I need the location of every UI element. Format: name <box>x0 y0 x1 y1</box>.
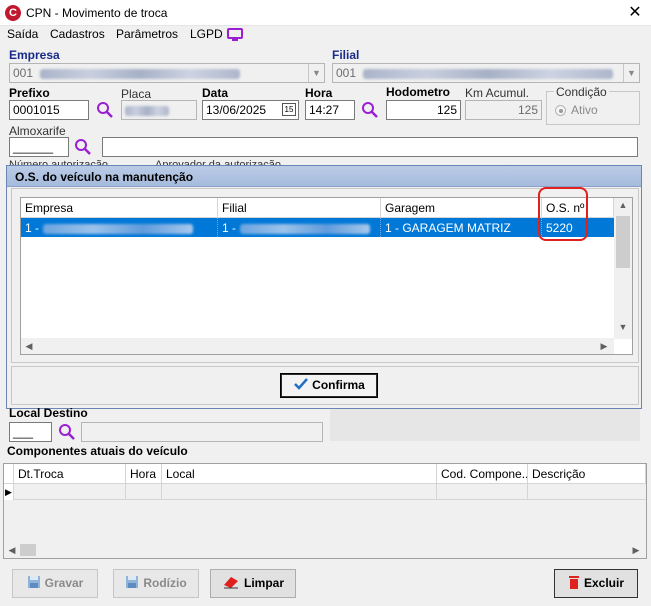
search-icon[interactable] <box>96 101 114 119</box>
chevron-down-icon[interactable]: ▼ <box>308 64 324 82</box>
prefixo-label: Prefixo <box>9 86 50 100</box>
menu-cadastros[interactable]: Cadastros <box>50 27 105 41</box>
hodometro-input[interactable]: 125 <box>386 100 461 120</box>
excluir-button[interactable]: Excluir <box>554 569 638 598</box>
filial-select[interactable]: 001 <box>332 63 640 83</box>
menu-saida[interactable]: Saída <box>7 27 38 41</box>
rodizio-button[interactable]: Rodízio <box>113 569 199 598</box>
os-cell-filial: 1 - <box>218 218 381 237</box>
search-icon[interactable] <box>361 101 379 119</box>
rodizio-label: Rodízio <box>143 576 187 590</box>
save-icon <box>27 576 40 588</box>
hora-input[interactable]: 14:27 <box>305 100 355 120</box>
km-acumul-field: 125 <box>465 100 542 120</box>
almoxarife-name-field <box>102 137 638 157</box>
scrollbar-thumb[interactable] <box>20 544 36 556</box>
comp-col-local[interactable]: Local <box>162 464 437 484</box>
horizontal-scrollbar[interactable] <box>21 338 614 354</box>
highlight-annotation <box>538 187 588 241</box>
empresa-select[interactable]: 001 <box>9 63 325 83</box>
gravar-button[interactable]: Gravar <box>12 569 98 598</box>
km-acumul-label: Km Acumul. <box>465 86 530 100</box>
search-icon[interactable] <box>58 423 76 441</box>
app-logo-icon: C <box>5 5 21 21</box>
almoxarife-label: Almoxarife <box>9 124 66 138</box>
scrollbar-thumb[interactable] <box>616 216 630 268</box>
data-label: Data <box>202 86 229 100</box>
search-icon[interactable] <box>74 138 92 156</box>
eraser-icon <box>223 577 238 589</box>
os-cell-garagem: 1 - GARAGEM MATRIZ <box>381 218 542 237</box>
table-cell[interactable] <box>14 484 126 500</box>
row-header-corner <box>4 464 14 484</box>
os-col-empresa[interactable]: Empresa <box>21 198 218 218</box>
scroll-down-icon[interactable]: ▼ <box>614 322 632 332</box>
scroll-left-icon[interactable]: ◀ <box>6 545 18 556</box>
window-title: CPN - Movimento de troca <box>26 6 168 20</box>
table-cell[interactable] <box>528 484 646 500</box>
os-col-garagem[interactable]: Garagem <box>381 198 542 218</box>
ativo-radio[interactable] <box>555 105 566 116</box>
filial-label: Filial <box>332 48 360 62</box>
local-destino-name-field <box>81 422 323 442</box>
placa-field <box>121 100 197 120</box>
comp-col-descricao[interactable]: Descrição <box>528 464 646 484</box>
chevron-down-icon[interactable]: ▼ <box>623 64 639 82</box>
redacted-text <box>40 68 241 79</box>
scroll-left-icon[interactable]: ◀ <box>23 341 35 352</box>
condicao-label: Condição <box>554 85 609 99</box>
save-icon <box>126 576 139 588</box>
os-dialog-title: O.S. do veículo na manutenção <box>15 170 194 184</box>
confirma-label: Confirma <box>312 378 365 392</box>
local-destino-label: Local Destino <box>9 406 88 420</box>
trash-icon <box>568 576 579 589</box>
local-destino-input[interactable]: ___ <box>9 422 52 442</box>
redacted-text <box>363 68 614 79</box>
check-icon <box>294 378 309 390</box>
redacted-text <box>125 105 169 116</box>
filial-value: 001 <box>336 66 357 80</box>
table-cell[interactable] <box>437 484 528 500</box>
ativo-label: Ativo <box>571 103 598 117</box>
row-pointer-icon: ▶ <box>4 484 14 500</box>
almoxarife-input[interactable]: ______ <box>9 137 69 157</box>
scroll-right-icon[interactable]: ▶ <box>598 341 610 352</box>
componentes-label: Componentes atuais do veículo <box>7 444 188 458</box>
scroll-right-icon[interactable]: ▶ <box>630 545 642 556</box>
empresa-value: 001 <box>13 66 34 80</box>
redacted-text <box>43 223 194 234</box>
os-cell-empresa: 1 - <box>21 218 218 237</box>
os-col-filial[interactable]: Filial <box>218 198 381 218</box>
comp-col-cod-componente[interactable]: Cod. Compone... <box>437 464 528 484</box>
background-panel <box>330 409 640 441</box>
calendar-icon[interactable]: 15 <box>282 103 296 116</box>
empresa-label: Empresa <box>9 48 60 62</box>
limpar-label: Limpar <box>243 576 284 590</box>
hodometro-label: Hodometro <box>386 85 450 99</box>
monitor-icon[interactable] <box>227 28 243 42</box>
limpar-button[interactable]: Limpar <box>210 569 296 598</box>
gravar-label: Gravar <box>44 576 84 590</box>
comp-col-dttroca[interactable]: Dt.Troca <box>14 464 126 484</box>
menu-lgpd[interactable]: LGPD <box>190 27 223 41</box>
redacted-text <box>240 223 371 234</box>
hora-label: Hora <box>305 86 333 100</box>
table-cell[interactable] <box>162 484 437 500</box>
scroll-up-icon[interactable]: ▲ <box>614 200 632 210</box>
prefixo-input[interactable]: 0001015 <box>9 100 89 120</box>
menu-parametros[interactable]: Parâmetros <box>116 27 178 41</box>
close-icon[interactable]: ✕ <box>624 2 646 24</box>
table-cell[interactable] <box>126 484 162 500</box>
horizontal-scrollbar[interactable] <box>4 542 646 558</box>
placa-label: Placa <box>121 87 152 101</box>
excluir-label: Excluir <box>583 576 625 590</box>
comp-col-hora[interactable]: Hora <box>126 464 162 484</box>
confirma-button[interactable]: Confirma <box>280 373 378 398</box>
